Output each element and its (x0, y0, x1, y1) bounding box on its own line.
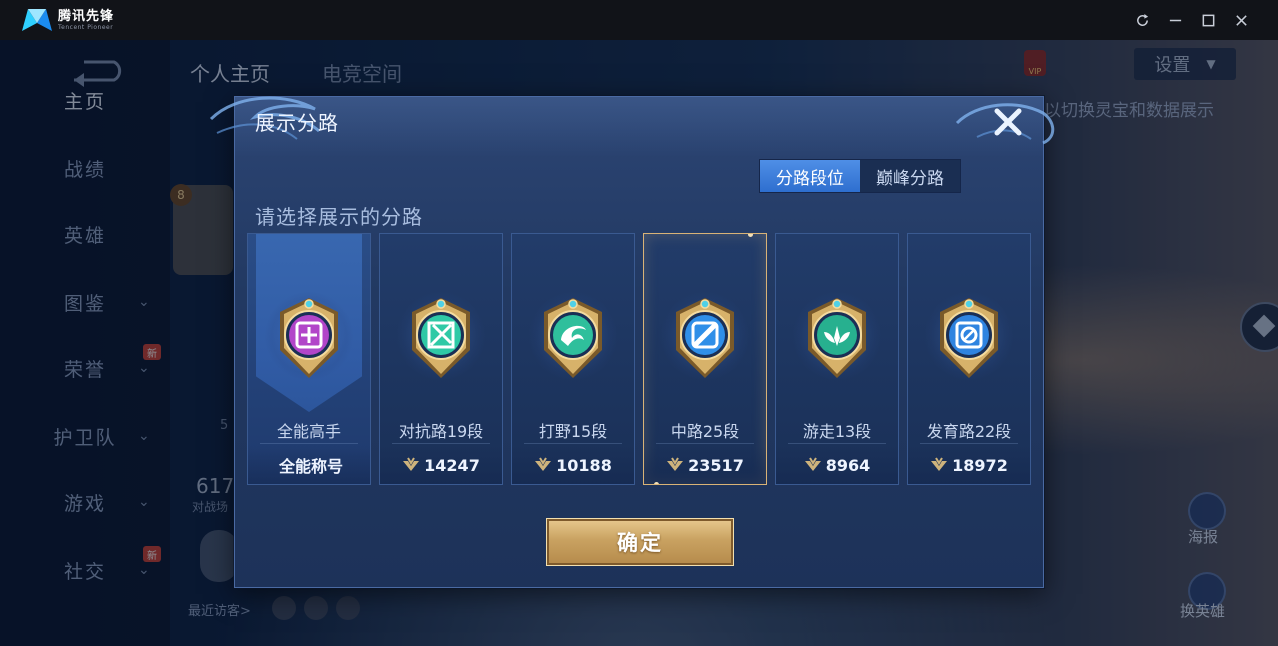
jungle-emblem-icon (544, 298, 602, 378)
combat-power-icon (667, 457, 684, 471)
lane-score-value: 全能称号 (278, 457, 343, 476)
lane-card-list: 全能高手 全能称号 对抗路19段 14247 打野15段 10188 中路25段 23517 游… (247, 233, 1033, 485)
confirm-button[interactable]: 确定 (546, 518, 734, 566)
brand-name: 腾讯先锋 (58, 8, 115, 24)
lane-card-name: 全能高手 (276, 422, 341, 441)
combat-power-icon (931, 457, 948, 471)
tab-lane-rank[interactable]: 分路段位 (760, 160, 860, 192)
lane-card-name: 中路25段 (670, 422, 740, 441)
lane-score-bar: 8964 (776, 446, 898, 484)
lane-score-value: 8964 (825, 455, 871, 475)
maximize-icon (1202, 14, 1215, 26)
divider (788, 443, 886, 444)
minimize-button[interactable] (1159, 0, 1192, 40)
tab-peak-lane[interactable]: 巅峰分路 (860, 160, 960, 192)
close-window-button[interactable] (1225, 0, 1258, 40)
lane-card-name: 发育路22段 (926, 422, 1012, 441)
dialog-title: 展示分路 (255, 111, 339, 135)
lane-card[interactable]: 游走13段 8964 (775, 233, 899, 485)
lane-tab-group: 分路段位 巅峰分路 (759, 159, 961, 193)
brand: 腾讯先锋 Tencent Pioneer (20, 7, 114, 33)
divider (260, 443, 358, 444)
lane-score-bar: 18972 (908, 446, 1030, 484)
lane-score-bar: 14247 (380, 446, 502, 484)
refresh-icon (1137, 13, 1149, 26)
mid-lane-emblem-icon (676, 298, 734, 378)
lane-card[interactable]: 对抗路19段 14247 (379, 233, 503, 485)
emulator-title-bar: 腾讯先锋 Tencent Pioneer (0, 0, 1278, 40)
lane-score-value: 14247 (424, 455, 480, 475)
close-dialog-button[interactable] (991, 105, 1025, 139)
lane-score-bar: 10188 (512, 446, 634, 484)
selection-corner-dot (748, 234, 753, 237)
divider (524, 443, 622, 444)
divider (656, 443, 754, 444)
lane-card[interactable]: 发育路22段 18972 (907, 233, 1031, 485)
close-icon (1236, 14, 1247, 26)
farm-lane-emblem-icon (940, 298, 998, 378)
selection-corner-dot (654, 482, 659, 484)
header-decoration (235, 97, 1043, 157)
lane-score-value: 10188 (556, 455, 612, 475)
clash-lane-emblem-icon (412, 298, 470, 378)
lane-card[interactable]: 全能高手 全能称号 (247, 233, 371, 485)
lane-display-dialog: 展示分路 分路段位 巅峰分路 请选择展示的分路 全能高手 全能称号 对抗路19段 14… (209, 96, 1055, 588)
combat-power-icon (804, 457, 821, 471)
lane-score-bar: 23517 (644, 446, 766, 484)
lane-score-bar: 全能称号 (248, 446, 370, 484)
lane-card[interactable]: 打野15段 10188 (511, 233, 635, 485)
select-lane-prompt: 请选择展示的分路 (255, 205, 423, 229)
lane-score-value: 23517 (688, 455, 744, 475)
combat-power-icon (403, 457, 420, 471)
tencent-pioneer-logo-icon (22, 9, 52, 31)
lane-card-name: 对抗路19段 (398, 422, 484, 441)
lane-score-value: 18972 (952, 455, 1008, 475)
refresh-button[interactable] (1126, 0, 1159, 40)
combat-power-icon (535, 457, 552, 471)
divider (920, 443, 1018, 444)
lane-card-name: 打野15段 (538, 422, 608, 441)
lane-card-name: 游走13段 (802, 422, 872, 441)
lane-card[interactable]: 中路25段 23517 (643, 233, 767, 485)
close-icon (994, 108, 1022, 136)
minimize-icon (1169, 19, 1182, 21)
roam-emblem-icon (808, 298, 866, 378)
divider (392, 443, 490, 444)
maximize-button[interactable] (1192, 0, 1225, 40)
all-round-emblem-icon (280, 298, 338, 378)
brand-subtitle: Tencent Pioneer (58, 23, 114, 31)
